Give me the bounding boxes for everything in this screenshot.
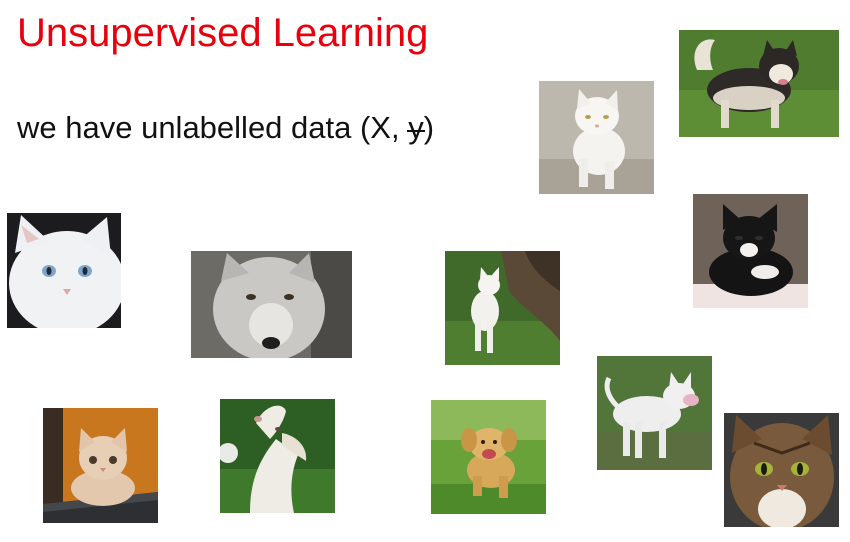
photo-white-cat-by-tree xyxy=(445,251,560,365)
photo-fluffy-white-cat xyxy=(7,213,121,328)
photo-black-white-kitten xyxy=(693,194,808,308)
subtitle-suffix: ) xyxy=(423,110,435,145)
photo-gray-wolf xyxy=(191,251,352,358)
photo-tabby-cat xyxy=(724,413,839,527)
slide-subtitle: we have unlabelled data (X, y) xyxy=(17,108,434,148)
photo-white-bull-terrier xyxy=(597,356,712,470)
photo-husky-dog xyxy=(679,30,839,137)
photo-white-cat-standing xyxy=(539,81,654,194)
photo-golden-puppy-running xyxy=(431,400,546,514)
photo-white-dog-looking-up xyxy=(220,399,335,513)
struck-label-y: y xyxy=(407,108,425,148)
slide-title: Unsupervised Learning xyxy=(17,11,429,55)
subtitle-prefix: we have unlabelled data (X, xyxy=(17,110,409,145)
photo-kitten-on-laptop xyxy=(43,408,158,523)
